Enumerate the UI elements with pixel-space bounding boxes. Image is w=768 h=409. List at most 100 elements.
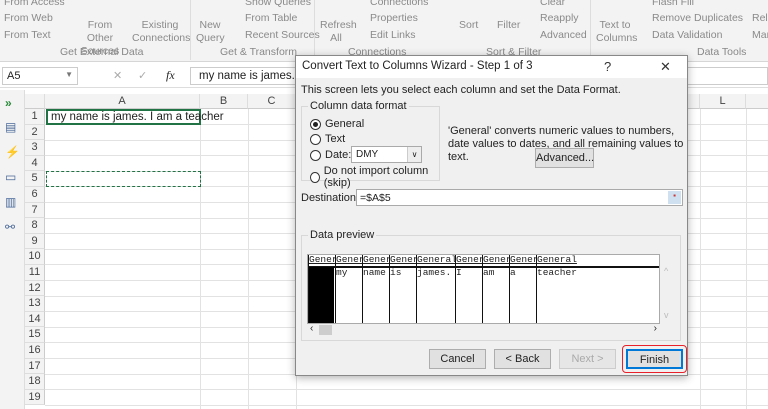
- insert-function-icon[interactable]: fx: [166, 68, 175, 83]
- row-header[interactable]: 1: [25, 109, 45, 125]
- print-icon[interactable]: ▭: [5, 170, 16, 184]
- properties-button[interactable]: Properties: [370, 12, 418, 24]
- finish-button[interactable]: Finish: [626, 349, 683, 369]
- preview-column-header[interactable]: Gener: [309, 255, 335, 265]
- preview-column-header[interactable]: Gener: [363, 255, 389, 265]
- back-button[interactable]: < Back: [494, 349, 551, 369]
- destination-input[interactable]: =$A$5 ▪: [356, 189, 683, 206]
- filter-button[interactable]: Filter: [497, 19, 520, 31]
- destination-label: Destination:: [301, 192, 360, 204]
- text-to-columns-button[interactable]: Text to Columns: [596, 19, 637, 45]
- chevron-down-icon[interactable]: ▼: [65, 70, 73, 79]
- flash-fill-button[interactable]: Flash Fill: [652, 0, 694, 8]
- row-header[interactable]: 18: [25, 374, 45, 390]
- collapse-dialog-icon[interactable]: ▪: [668, 191, 681, 204]
- refresh-all-button[interactable]: Refresh All: [320, 19, 357, 45]
- help-button[interactable]: ?: [604, 59, 611, 74]
- row-header[interactable]: 5: [25, 171, 45, 187]
- preview-column-border: [455, 255, 456, 323]
- date-format-select[interactable]: DMY ∨: [351, 146, 422, 163]
- preview-column-header[interactable]: Gener: [336, 255, 362, 265]
- preview-column-header[interactable]: General: [417, 255, 455, 265]
- relationships-button[interactable]: Rela: [752, 12, 768, 24]
- row-header[interactable]: 13: [25, 296, 45, 312]
- from-access-button[interactable]: From Access: [4, 0, 65, 8]
- clear-button[interactable]: Clear: [540, 0, 565, 8]
- next-button[interactable]: Next >: [559, 349, 616, 369]
- radio-general-circle[interactable]: [310, 118, 321, 130]
- preview-column-header[interactable]: Gener: [483, 255, 509, 265]
- table-icon[interactable]: ▤: [5, 120, 16, 134]
- row-header[interactable]: 4: [25, 155, 45, 172]
- expand-icon[interactable]: »: [5, 96, 12, 110]
- edit-links-button[interactable]: Edit Links: [370, 29, 416, 41]
- column-header-l[interactable]: L: [700, 94, 746, 109]
- row-header[interactable]: 7: [25, 202, 45, 219]
- radio-date[interactable]: Date:: [310, 149, 351, 161]
- row-header[interactable]: 6: [25, 187, 45, 203]
- reapply-button[interactable]: Reapply: [540, 12, 579, 24]
- radio-text[interactable]: Text: [310, 133, 345, 145]
- radio-general[interactable]: General: [310, 118, 364, 130]
- enter-icon[interactable]: ✓: [138, 69, 147, 82]
- radio-text-circle[interactable]: [310, 133, 321, 145]
- binoculars-icon[interactable]: ⚯: [5, 220, 15, 234]
- recent-sources-button[interactable]: Recent Sources: [245, 29, 320, 41]
- row-header[interactable]: 14: [25, 311, 45, 328]
- cancel-icon[interactable]: ✕: [113, 69, 122, 82]
- cancel-button[interactable]: Cancel: [429, 349, 486, 369]
- flash-icon[interactable]: ⚡: [5, 145, 20, 159]
- columns-icon[interactable]: ▥: [5, 195, 16, 209]
- scroll-right-icon[interactable]: ›: [654, 323, 657, 334]
- scroll-down-icon[interactable]: v: [664, 310, 669, 320]
- select-all[interactable]: [25, 94, 45, 109]
- preview-column-header[interactable]: Gener: [390, 255, 416, 265]
- row-header[interactable]: 2: [25, 124, 45, 141]
- existing-connections-button[interactable]: Existing Connections: [132, 19, 190, 45]
- radio-skip[interactable]: Do not import column (skip): [310, 165, 439, 189]
- show-queries-button[interactable]: Show Queries: [245, 0, 311, 8]
- row-header[interactable]: 16: [25, 343, 45, 359]
- chevron-down-icon[interactable]: ∨: [407, 147, 421, 162]
- row-header[interactable]: 15: [25, 327, 45, 343]
- radio-date-circle[interactable]: [310, 149, 321, 161]
- preview-column-header[interactable]: Gener: [510, 255, 536, 265]
- row-header[interactable]: 10: [25, 249, 45, 265]
- name-box[interactable]: A5 ▼: [2, 67, 78, 85]
- row-header[interactable]: 8: [25, 218, 45, 234]
- preview-column-header[interactable]: Gener: [456, 255, 482, 265]
- from-text-button[interactable]: From Text: [4, 29, 50, 41]
- manage-data-model-button[interactable]: Man: [752, 29, 768, 41]
- scroll-up-icon[interactable]: ^: [664, 266, 668, 276]
- new-query-button[interactable]: New Query: [196, 19, 225, 45]
- preview-column-border: [362, 255, 363, 323]
- remove-duplicates-button[interactable]: Remove Duplicates: [652, 12, 743, 24]
- radio-date-label: Date:: [325, 149, 352, 161]
- column-header-c[interactable]: C: [248, 94, 296, 109]
- scroll-thumb[interactable]: [319, 325, 332, 335]
- advanced-button[interactable]: Advanced...: [535, 148, 594, 168]
- column-header-b[interactable]: B: [200, 94, 248, 109]
- preview-column-header[interactable]: General: [537, 255, 659, 265]
- row-header[interactable]: 11: [25, 265, 45, 281]
- connections-button[interactable]: Connections: [370, 0, 428, 8]
- data-validation-button[interactable]: Data Validation: [652, 29, 722, 41]
- close-button[interactable]: ✕: [660, 59, 671, 75]
- scroll-left-icon[interactable]: ‹: [310, 323, 313, 334]
- sort-button[interactable]: Sort: [459, 19, 478, 31]
- preview-hscrollbar[interactable]: ‹ ›: [307, 323, 660, 336]
- column-header-a[interactable]: A: [45, 94, 200, 109]
- row-header[interactable]: 12: [25, 280, 45, 297]
- row-header[interactable]: 17: [25, 358, 45, 375]
- row-header[interactable]: 9: [25, 233, 45, 250]
- from-web-button[interactable]: From Web: [4, 12, 53, 24]
- data-preview-table[interactable]: Gener Gener my Gener name Gener is General james…: [307, 254, 660, 324]
- radio-skip-circle[interactable]: [310, 171, 320, 183]
- radio-text-label: Text: [325, 133, 346, 145]
- row-header[interactable]: 19: [25, 389, 45, 406]
- column-header-m[interactable]: [746, 94, 768, 109]
- advanced-filter-button[interactable]: Advanced: [540, 29, 587, 41]
- from-table-button[interactable]: From Table: [245, 12, 297, 24]
- row-header[interactable]: 3: [25, 140, 45, 156]
- cell-a5-marquee[interactable]: [46, 171, 201, 187]
